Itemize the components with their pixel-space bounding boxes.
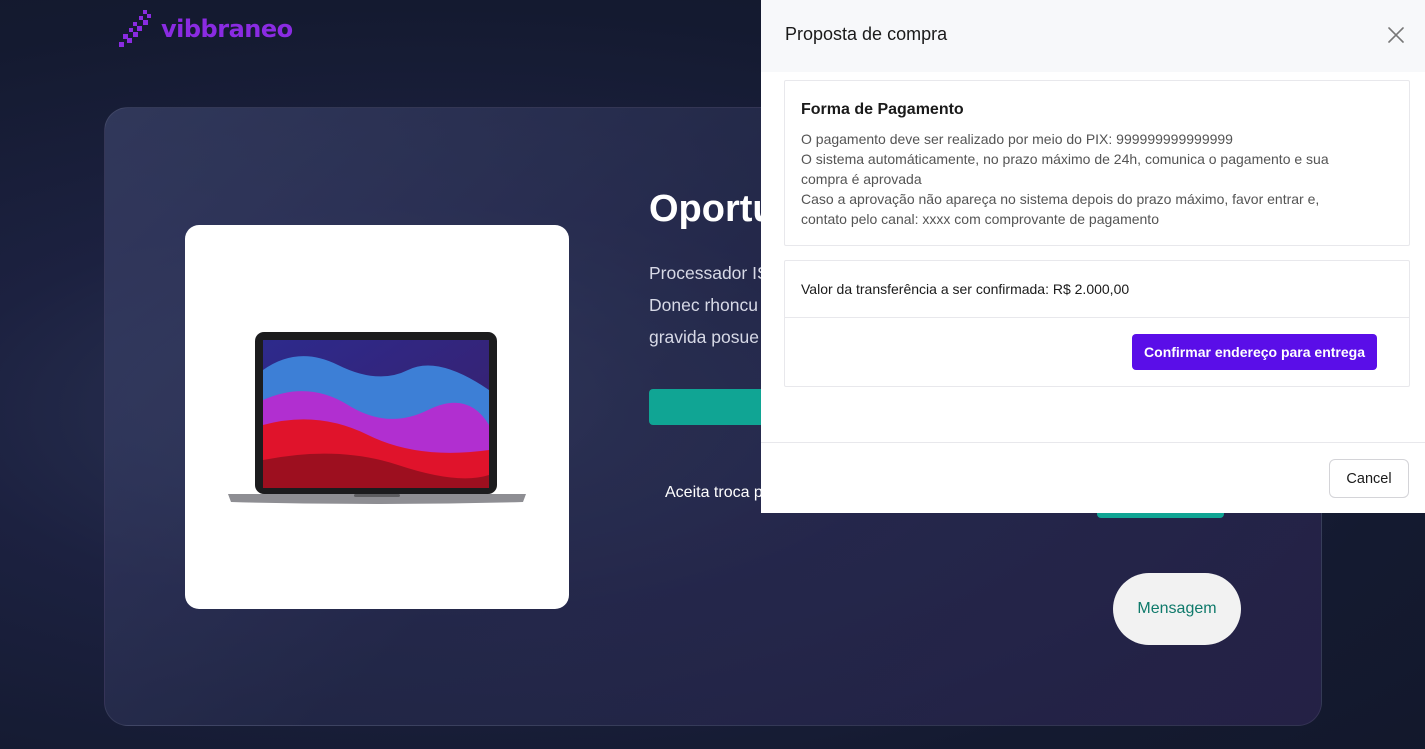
logo-icon <box>117 10 153 48</box>
laptop-image <box>228 332 526 504</box>
confirm-address-button[interactable]: Confirmar endereço para entrega <box>1132 334 1377 370</box>
payment-heading: Forma de Pagamento <box>801 101 964 118</box>
payment-method-section: Forma de Pagamento O pagamento deve ser … <box>784 80 1410 246</box>
close-button[interactable] <box>1385 24 1407 46</box>
cancel-button[interactable]: Cancel <box>1329 459 1409 498</box>
payment-instructions: O pagamento deve ser realizado por meio … <box>801 129 1393 229</box>
brand-name: vibbraneo <box>161 15 293 43</box>
payment-line: O pagamento deve ser realizado por meio … <box>801 131 1233 147</box>
product-image-card <box>185 225 569 609</box>
close-icon <box>1388 27 1404 43</box>
payment-line: O sistema automáticamente, no prazo máxi… <box>801 151 1329 167</box>
brand-logo[interactable]: vibbraneo <box>117 10 293 48</box>
transfer-section: Valor da transferência a ser confirmada:… <box>784 260 1410 387</box>
transfer-amount: Valor da transferência a ser confirmada:… <box>785 261 1409 318</box>
product-title: Oportu <box>649 188 776 230</box>
message-button[interactable]: Mensagem <box>1113 573 1241 645</box>
modal-footer: Cancel <box>761 442 1425 513</box>
payment-line: compra é aprovada <box>801 171 922 187</box>
purchase-proposal-modal: Proposta de compra Forma de Pagamento O … <box>761 0 1425 513</box>
payment-line: contato pelo canal: xxxx com comprovante… <box>801 211 1159 227</box>
modal-header: Proposta de compra <box>761 0 1425 72</box>
modal-title: Proposta de compra <box>785 24 948 44</box>
payment-line: Caso a aprovação não apareça no sistema … <box>801 191 1320 207</box>
trade-text: Aceita troca p <box>665 484 763 501</box>
